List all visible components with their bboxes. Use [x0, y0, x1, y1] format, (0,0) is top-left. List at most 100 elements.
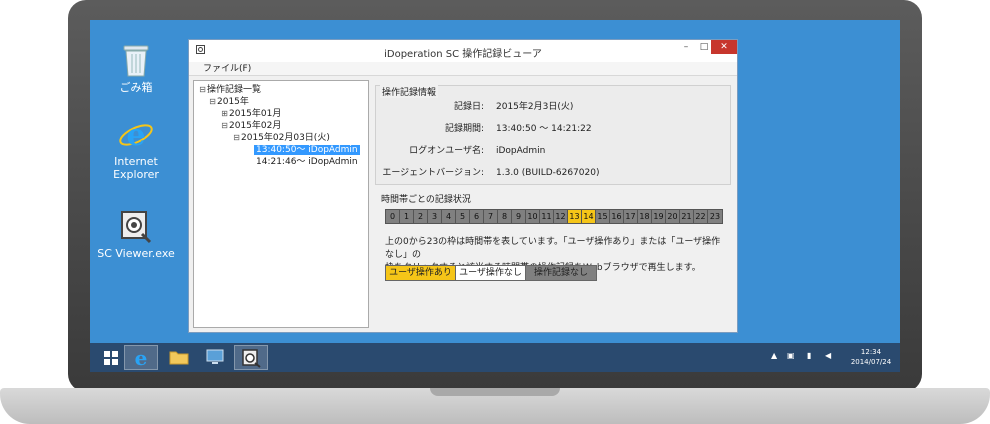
network-icon[interactable]: ▮: [807, 351, 811, 360]
volume-icon[interactable]: ◀: [825, 351, 831, 360]
hour-cell[interactable]: 19: [652, 210, 666, 223]
svg-text:e: e: [135, 348, 148, 368]
collapse-icon[interactable]: ⊟: [232, 134, 241, 143]
hour-cell[interactable]: 18: [638, 210, 652, 223]
legend-no-record: 操作記録なし: [526, 266, 596, 280]
hour-strip: 0 1 2 3 4 5 6 7 8 9 10 11 12 13 14 15 16…: [385, 209, 723, 224]
hour-cell[interactable]: 23: [708, 210, 722, 223]
desktop-icon-label: Internet Explorer: [113, 155, 159, 181]
hour-cell[interactable]: 20: [666, 210, 680, 223]
hour-cell[interactable]: 0: [386, 210, 400, 223]
hour-cell[interactable]: 8: [498, 210, 512, 223]
info-row-date: 記録日: 2015年2月3日(火): [376, 101, 732, 113]
tree-label: 13:40:50～ iDopAdmin: [254, 145, 360, 155]
record-tree[interactable]: ⊟操作記録一覧 ⊟2015年 ⊞2015年01月 ⊟2015年02月 ⊟2015…: [193, 80, 369, 328]
tree-node-month-02[interactable]: ⊟2015年02月: [198, 120, 368, 132]
tree-label: 2015年02月03日(火): [241, 133, 330, 143]
tree-label: 14:21:46～ iDopAdmin: [256, 157, 358, 167]
tree-node-day[interactable]: ⊟2015年02月03日(火): [198, 132, 368, 144]
taskbar-sc-viewer-button[interactable]: [234, 345, 268, 370]
legend-no-user-activity: ユーザ操作なし: [456, 266, 526, 280]
hour-cell[interactable]: 9: [512, 210, 526, 223]
detail-panel: 操作記録情報 記録日: 2015年2月3日(火) 記録期間: 13:40:50 …: [375, 80, 733, 328]
minimize-button[interactable]: –: [677, 40, 695, 54]
info-label: エージェントバージョン:: [382, 168, 484, 178]
info-value: 13:40:50 ～ 14:21:22: [496, 124, 592, 134]
taskbar: e ▲ ▣ ▮ ◀ 12:34 2014/07/24: [90, 343, 900, 372]
record-info-group: 操作記録情報 記録日: 2015年2月3日(火) 記録期間: 13:40:50 …: [375, 85, 731, 185]
menu-file[interactable]: ファイル(F): [203, 64, 251, 74]
record-info-title: 操作記録情報: [380, 85, 439, 98]
taskbar-clock[interactable]: 12:34 2014/07/24: [844, 347, 898, 367]
tree-label: 2015年: [217, 97, 249, 107]
info-value: 2015年2月3日(火): [496, 102, 574, 112]
hour-cell[interactable]: 11: [540, 210, 554, 223]
close-button[interactable]: ✕: [711, 40, 737, 54]
windows-logo-icon: [104, 351, 118, 365]
desktop-icon-recycle-bin[interactable]: ごみ箱: [91, 40, 181, 94]
info-row-user: ログオンユーザ名: iDopAdmin: [376, 145, 732, 157]
collapse-icon[interactable]: ⊟: [198, 86, 207, 95]
legend-user-activity: ユーザ操作あり: [386, 266, 456, 280]
tree-node-root[interactable]: ⊟操作記録一覧: [198, 84, 368, 96]
tray-overflow-icon[interactable]: ▲: [771, 351, 777, 360]
laptop-notch: [430, 388, 560, 396]
hour-cell[interactable]: 7: [484, 210, 498, 223]
info-label: 記録期間:: [444, 124, 484, 134]
tree-label: 2015年01月: [229, 109, 282, 119]
info-row-version: エージェントバージョン: 1.3.0 (BUILD-6267020): [376, 167, 732, 179]
hour-cell[interactable]: 6: [470, 210, 484, 223]
hours-title: 時間帯ごとの記録状況: [379, 192, 473, 205]
hour-cell[interactable]: 12: [554, 210, 568, 223]
control-panel-icon: [206, 349, 224, 364]
collapse-icon[interactable]: ⊟: [220, 122, 229, 131]
description-line: 上の0から23の枠は時間帯を表しています。「ユーザ操作あり」または「ユーザ操作な…: [385, 237, 721, 260]
clock-time: 12:34: [860, 348, 882, 356]
hour-cell-active[interactable]: 13: [568, 210, 582, 223]
legend: ユーザ操作あり ユーザ操作なし 操作記録なし: [385, 265, 597, 281]
hour-cell[interactable]: 16: [610, 210, 624, 223]
tree-label: 2015年02月: [229, 121, 282, 131]
info-row-period: 記録期間: 13:40:50 ～ 14:21:22: [376, 123, 732, 135]
desktop-screen: ごみ箱 e Internet Explorer SC Viewer.exe iD…: [90, 20, 900, 372]
hour-cell-active[interactable]: 14: [582, 210, 596, 223]
hour-cell[interactable]: 1: [400, 210, 414, 223]
desktop-icon-label: ごみ箱: [119, 81, 153, 94]
tree-node-year[interactable]: ⊟2015年: [198, 96, 368, 108]
hour-cell[interactable]: 2: [414, 210, 428, 223]
expand-icon[interactable]: ⊞: [220, 110, 229, 119]
tray-app-icon[interactable]: ▣: [787, 351, 795, 360]
window-title: iDoperation SC 操作記録ビューア: [384, 49, 542, 60]
title-bar[interactable]: iDoperation SC 操作記録ビューア – □ ✕: [189, 40, 737, 62]
tree-label: 操作記録一覧: [207, 85, 262, 95]
hour-cell[interactable]: 22: [694, 210, 708, 223]
maximize-button[interactable]: □: [697, 40, 711, 54]
recycle-bin-icon: [123, 45, 149, 77]
info-label: 記録日:: [453, 102, 484, 112]
sc-viewer-icon: [242, 349, 261, 368]
hour-cell[interactable]: 5: [456, 210, 470, 223]
tree-node-session[interactable]: 14:21:46～ iDopAdmin: [198, 156, 368, 168]
hour-cell[interactable]: 10: [526, 210, 540, 223]
viewer-window: iDoperation SC 操作記録ビューア – □ ✕ ファイル(F) ⊟操…: [188, 39, 738, 333]
tree-node-session-selected[interactable]: 13:40:50～ iDopAdmin: [198, 144, 368, 156]
svg-text:e: e: [126, 118, 145, 152]
clock-date: 2014/07/24: [850, 358, 892, 366]
hour-cell[interactable]: 17: [624, 210, 638, 223]
start-button[interactable]: [94, 345, 128, 370]
sc-viewer-icon: [121, 211, 152, 244]
collapse-icon[interactable]: ⊟: [208, 98, 217, 107]
taskbar-ie-button[interactable]: e: [124, 345, 158, 370]
info-label: ログオンユーザ名:: [409, 146, 484, 156]
hour-cell[interactable]: 4: [442, 210, 456, 223]
hour-cell[interactable]: 15: [596, 210, 610, 223]
tree-node-month-01[interactable]: ⊞2015年01月: [198, 108, 368, 120]
desktop-icon-sc-viewer[interactable]: SC Viewer.exe: [91, 208, 181, 260]
taskbar-explorer-button[interactable]: [162, 345, 196, 370]
hour-cell[interactable]: 3: [428, 210, 442, 223]
hour-cell[interactable]: 21: [680, 210, 694, 223]
info-value: 1.3.0 (BUILD-6267020): [496, 168, 600, 178]
taskbar-control-panel-button[interactable]: [198, 345, 232, 370]
desktop-icon-label: SC Viewer.exe: [97, 247, 175, 260]
desktop-icon-internet-explorer[interactable]: e Internet Explorer: [91, 118, 181, 181]
